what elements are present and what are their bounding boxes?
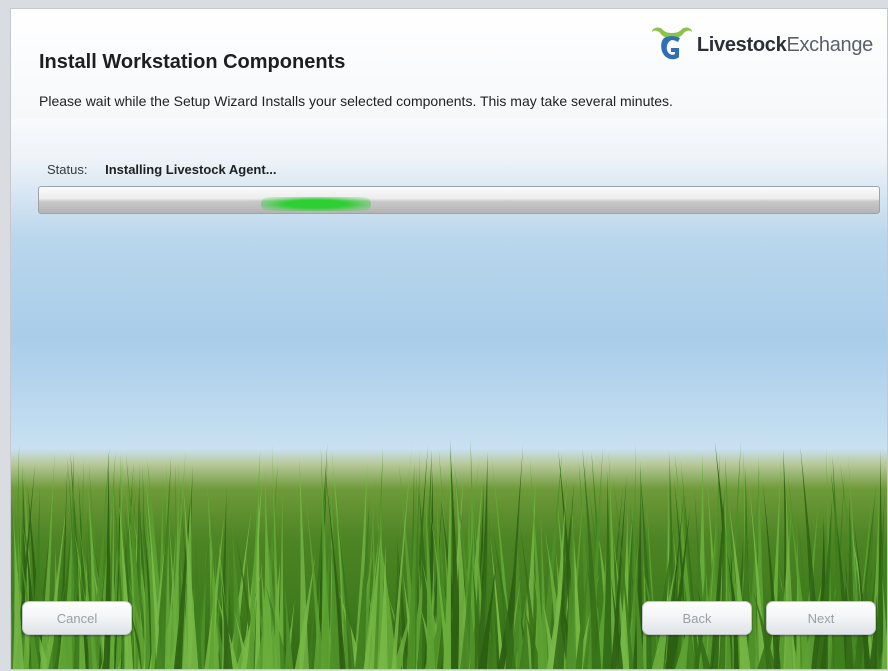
logo-text-regular: Exchange [786, 33, 873, 56]
setup-wizard-window: Install Workstation Components Please wa… [10, 8, 888, 670]
logo-text-bold: Livestock [696, 33, 787, 56]
status-value: Installing Livestock Agent... [105, 162, 277, 177]
grass-background-image [11, 439, 887, 669]
page-subtitle: Please wait while the Setup Wizard Insta… [39, 93, 673, 109]
logo-wordmark: LivestockExchange [697, 34, 873, 57]
bull-horns-logo-icon [651, 27, 692, 60]
livestock-exchange-logo: LivestockExchange [650, 25, 873, 65]
page-title: Install Workstation Components [39, 51, 346, 73]
status-label: Status: [47, 162, 88, 177]
cancel-button[interactable]: Cancel [22, 601, 132, 635]
install-progress-bar [38, 186, 880, 214]
back-button[interactable]: Back [642, 601, 752, 635]
progress-indicator [261, 197, 371, 211]
next-button[interactable]: Next [766, 601, 876, 635]
status-row: Status: Installing Livestock Agent... [47, 162, 277, 177]
